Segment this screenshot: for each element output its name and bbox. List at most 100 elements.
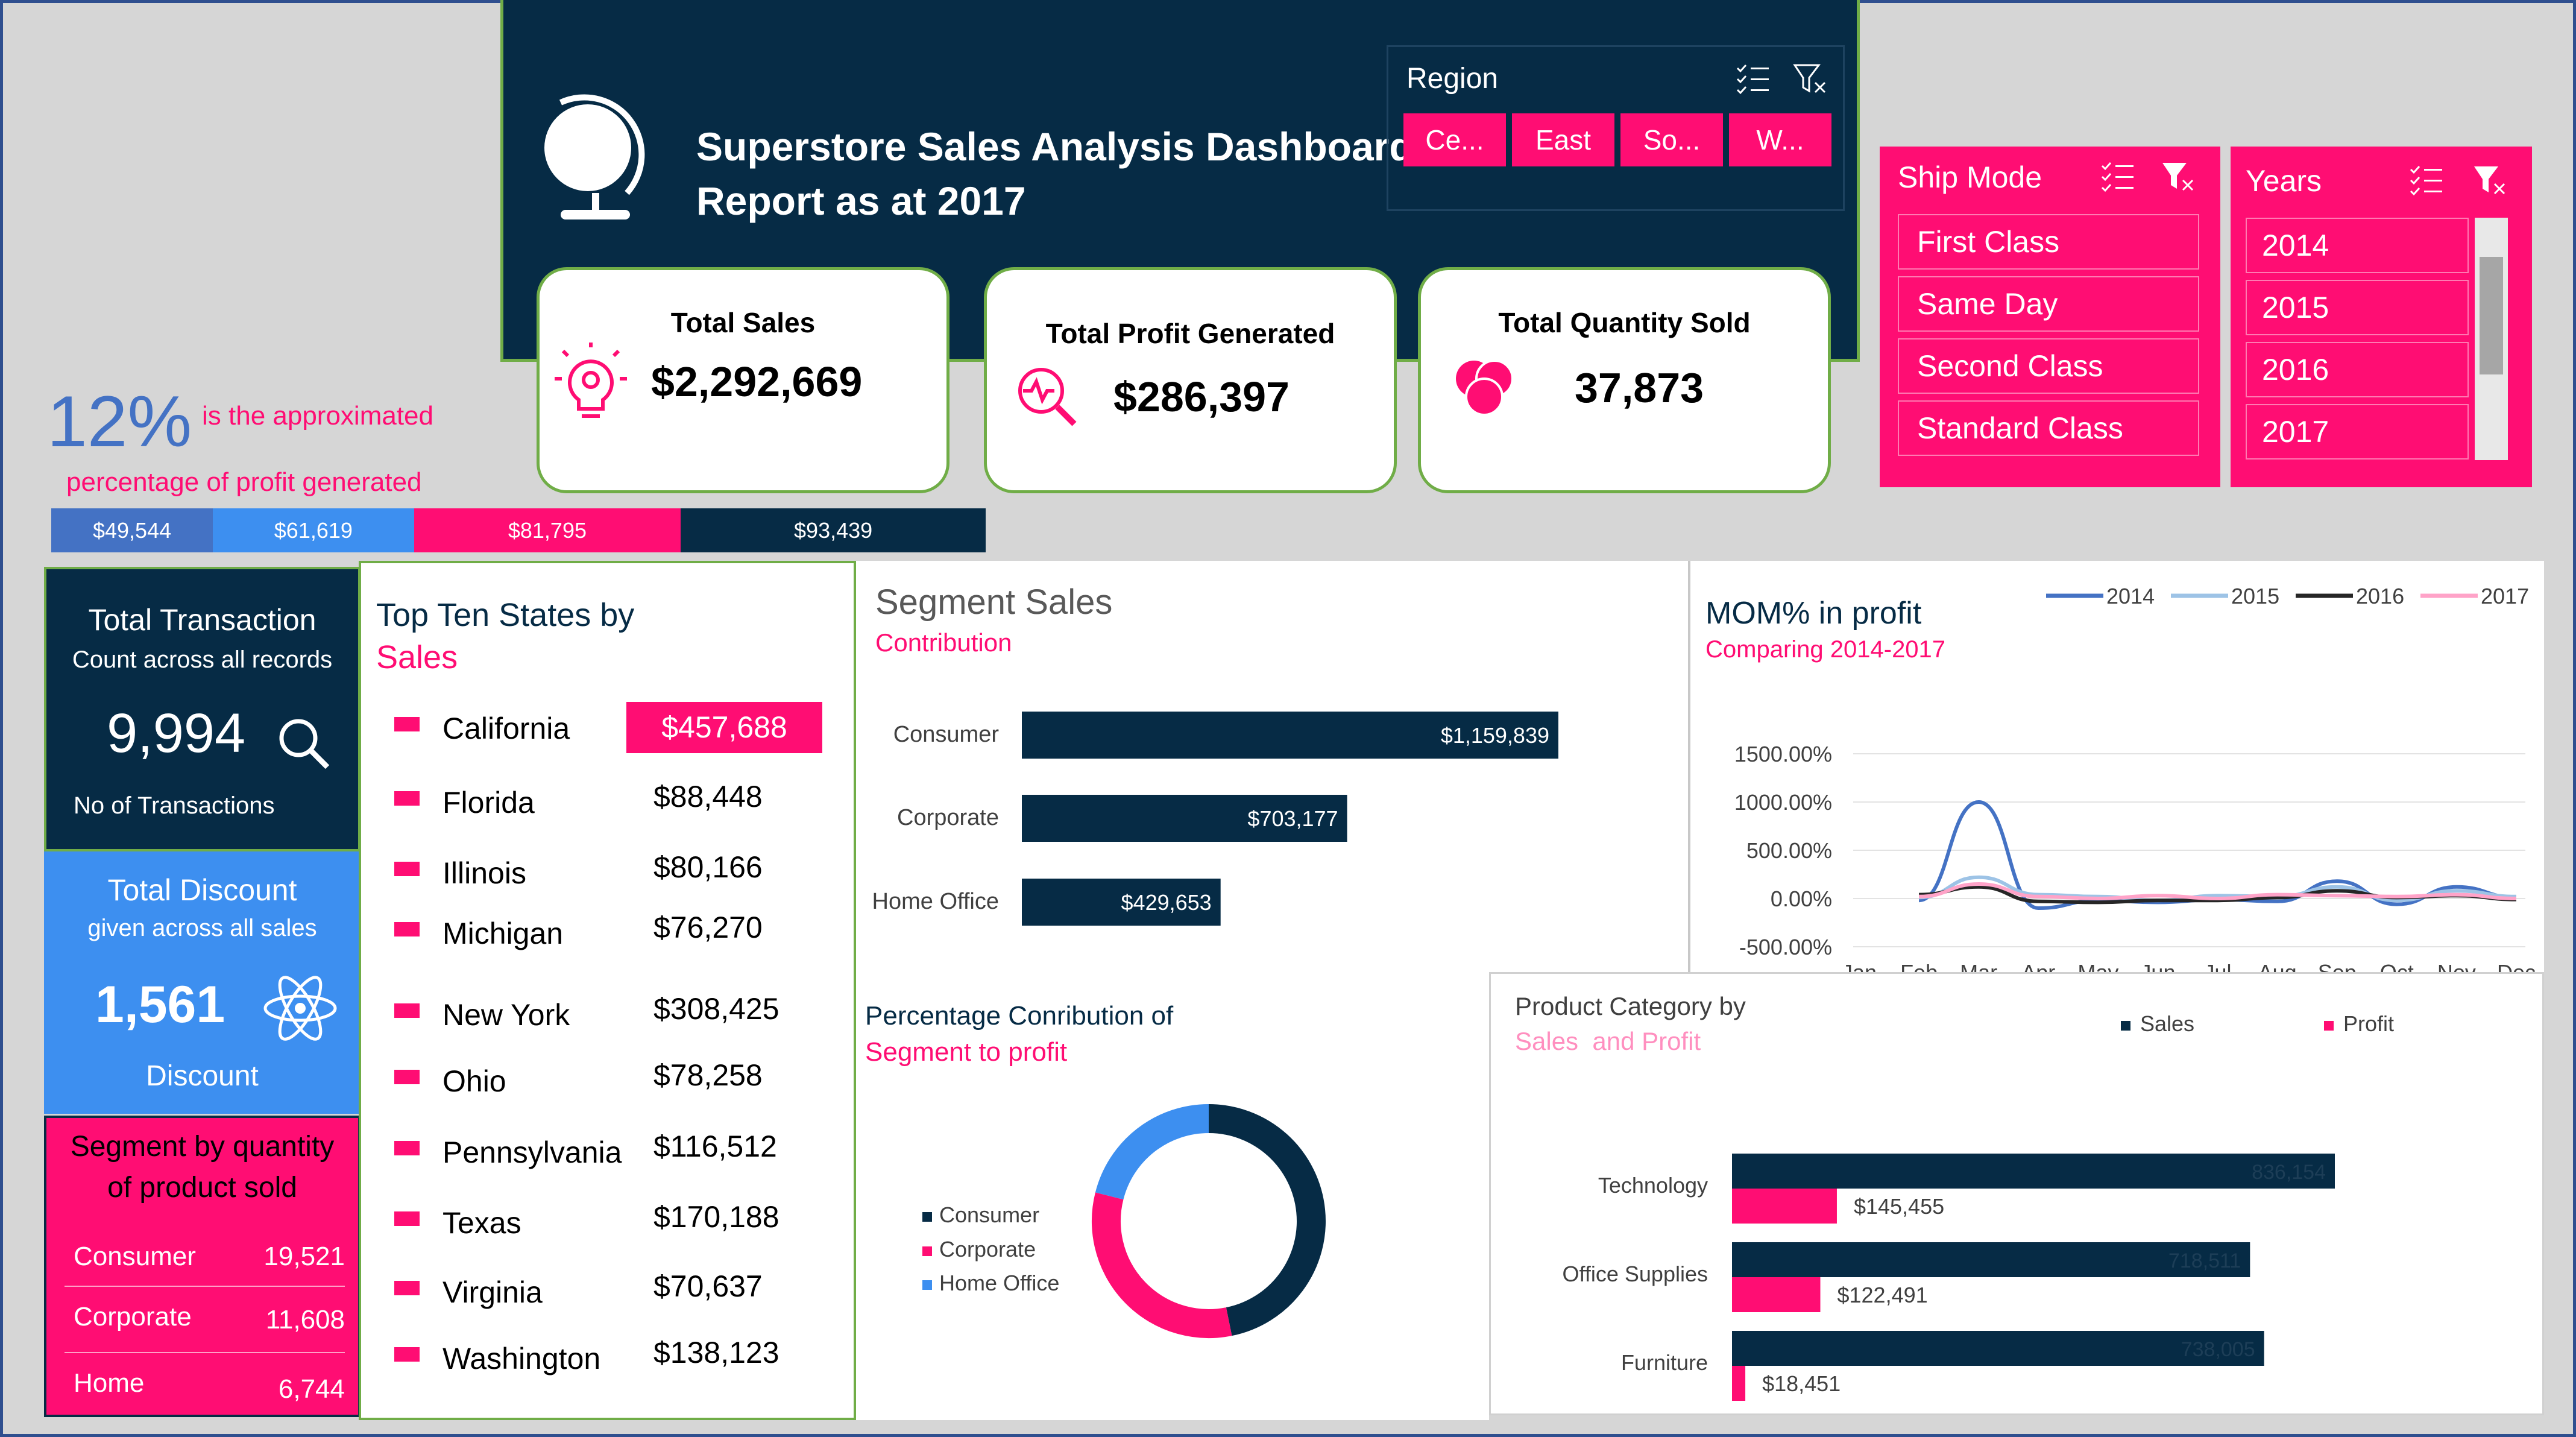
ship-mode-option-standard-class[interactable]: Standard Class — [1898, 400, 2199, 456]
ship-mode-option-same-day[interactable]: Same Day — [1898, 276, 2199, 332]
ship-mode-option-label: Standard Class — [1917, 411, 2123, 445]
state-sales: $138,123 — [653, 1336, 779, 1369]
state-color-marker — [394, 791, 420, 806]
kpi-label: Total Quantity Sold — [1498, 307, 1751, 338]
multi-select-icon[interactable] — [2100, 160, 2136, 193]
state-sales: $76,270 — [653, 911, 763, 944]
profit-bar-segment: $61,619 — [213, 508, 414, 552]
clear-filter-icon[interactable] — [1792, 62, 1828, 95]
state-sales: $308,425 — [653, 992, 779, 1026]
mom-legend-label: 2014 — [2106, 584, 2155, 608]
atom-icon — [263, 976, 337, 1041]
segment-value: 6,744 — [278, 1374, 345, 1404]
segment-name: Consumer — [74, 1242, 196, 1271]
state-row[interactable]: Washington $138,123 — [361, 1335, 849, 1389]
segment-profit-donut-chart: Consumer Corporate Home Office — [922, 1104, 1326, 1338]
segment-value: 11,608 — [265, 1305, 345, 1334]
year-option-2014[interactable]: 2014 — [2246, 218, 2469, 273]
state-color-marker — [394, 862, 420, 876]
state-name: Michigan — [442, 917, 564, 950]
multi-select-icon[interactable] — [1735, 62, 1771, 95]
region-option-west[interactable]: W... — [1729, 113, 1831, 166]
profit-bar-segment: $81,795 — [414, 508, 681, 552]
donut-legend-swatch — [922, 1280, 932, 1290]
category-label: Technology — [1598, 1173, 1708, 1198]
region-option-east[interactable]: East — [1512, 113, 1614, 166]
year-option-2015[interactable]: 2015 — [2246, 280, 2469, 335]
kpi-card-total-quantity: Total Quantity Sold 37,873 — [1418, 267, 1831, 493]
state-color-marker — [394, 1347, 420, 1362]
kpi-value: $286,397 — [1113, 373, 1290, 420]
kpi-card-total-profit: Total Profit Generated $286,397 — [984, 267, 1397, 493]
multi-select-icon[interactable] — [2408, 163, 2445, 197]
dashboard-title-line1: Superstore Sales Analysis Dashboard — [696, 124, 1414, 169]
years-slicer-title: Years — [2246, 164, 2322, 198]
state-sales: $70,637 — [653, 1269, 763, 1303]
donut-legend-swatch — [922, 1246, 932, 1256]
category-profit-value-label: $145,455 — [1854, 1194, 1944, 1219]
total-discount-card: Total Discount given across all sales 1,… — [44, 851, 361, 1114]
state-row[interactable]: Michigan $76,270 — [361, 910, 849, 964]
transaction-value: 9,994 — [107, 703, 246, 764]
profit-bar-segment: $93,439 — [681, 508, 986, 552]
kpi-value: $2,292,669 — [651, 358, 863, 405]
discount-caption: Discount — [146, 1060, 259, 1092]
year-option-2017[interactable]: 2017 — [2246, 404, 2469, 460]
category-legend-label: Sales — [2140, 1011, 2194, 1036]
product-category-panel: Product Category by Sales and Profit Sal… — [1489, 972, 2544, 1415]
kpi-label: Total Profit Generated — [1045, 318, 1335, 349]
transaction-title: Total Transaction — [88, 603, 316, 637]
state-sales: $170,188 — [653, 1200, 779, 1234]
discount-value: 1,561 — [95, 976, 225, 1034]
transaction-subtitle: Count across all records — [72, 646, 333, 673]
ship-mode-slicer-title: Ship Mode — [1898, 160, 2042, 194]
state-row[interactable]: Illinois $80,166 — [361, 850, 849, 904]
state-name: Ohio — [442, 1064, 506, 1098]
region-option-central[interactable]: Ce... — [1403, 113, 1506, 166]
segment-quantity-row: Home 6,744 — [65, 1353, 345, 1413]
state-color-marker — [394, 1070, 420, 1084]
ship-mode-option-label: First Class — [1917, 225, 2060, 259]
region-option-south[interactable]: So... — [1620, 113, 1723, 166]
state-name: Texas — [442, 1206, 521, 1240]
state-row[interactable]: New York $308,425 — [361, 991, 849, 1046]
region-slicer-title: Region — [1406, 63, 1499, 95]
state-name: Virginia — [442, 1275, 543, 1309]
region-option-label: Ce... — [1425, 124, 1484, 156]
category-sales-value-label: 738,005 — [2181, 1338, 2255, 1361]
ship-mode-option-label: Same Day — [1917, 287, 2058, 321]
dashboard-title-line2: Report as at 2017 — [696, 178, 1026, 223]
state-color-marker — [394, 922, 420, 936]
state-row[interactable]: Ohio $78,258 — [361, 1058, 849, 1112]
clear-filter-icon[interactable] — [2472, 163, 2508, 197]
ship-mode-option-second-class[interactable]: Second Class — [1898, 338, 2199, 394]
state-color-marker — [394, 1211, 420, 1226]
segment-name: Corporate — [74, 1302, 192, 1331]
mom-y-tick-label: 0.00% — [1771, 886, 1832, 911]
state-name: Washington — [442, 1342, 601, 1375]
state-row[interactable]: Pennsylvania $116,512 — [361, 1129, 849, 1183]
discount-title: Total Discount — [107, 873, 297, 907]
donut-slice-consumer — [1208, 1104, 1326, 1336]
years-slicer: Years 2014 2015 2016 2017 — [2231, 147, 2532, 487]
state-row[interactable]: Florida $88,448 — [361, 779, 849, 833]
donut-slice-home-office — [1095, 1104, 1209, 1200]
donut-legend-label: Home Office — [939, 1271, 1059, 1295]
profit-percentage-text2: percentage of profit generated — [66, 467, 422, 497]
profit-bar-segment: $49,544 — [51, 508, 213, 552]
ship-mode-slicer: Ship Mode First Class Same Day Second Cl… — [1880, 147, 2220, 487]
state-row[interactable]: Texas $170,188 — [361, 1199, 849, 1254]
category-label: Office Supplies — [1563, 1262, 1708, 1286]
clear-filter-icon[interactable] — [2160, 160, 2196, 193]
segment-value: 19,521 — [263, 1242, 345, 1271]
mom-y-tick-label: -500.00% — [1739, 935, 1832, 959]
ship-mode-option-first-class[interactable]: First Class — [1898, 214, 2199, 270]
category-profit-bar — [1732, 1189, 1837, 1224]
state-row[interactable]: California $457,688 — [361, 702, 849, 759]
segment-sales-chart: Consumer $1,159,839 Corporate $703,177 Home … — [872, 712, 1558, 926]
state-row[interactable]: Virginia $70,637 — [361, 1269, 849, 1323]
year-option-2016[interactable]: 2016 — [2246, 342, 2469, 397]
mom-profit-chart: 1500.00%1000.00%500.00%0.00%-500.00%Jan F… — [1734, 584, 2536, 977]
years-scrollbar[interactable] — [2475, 218, 2508, 460]
years-scrollbar-thumb[interactable] — [2480, 257, 2503, 374]
